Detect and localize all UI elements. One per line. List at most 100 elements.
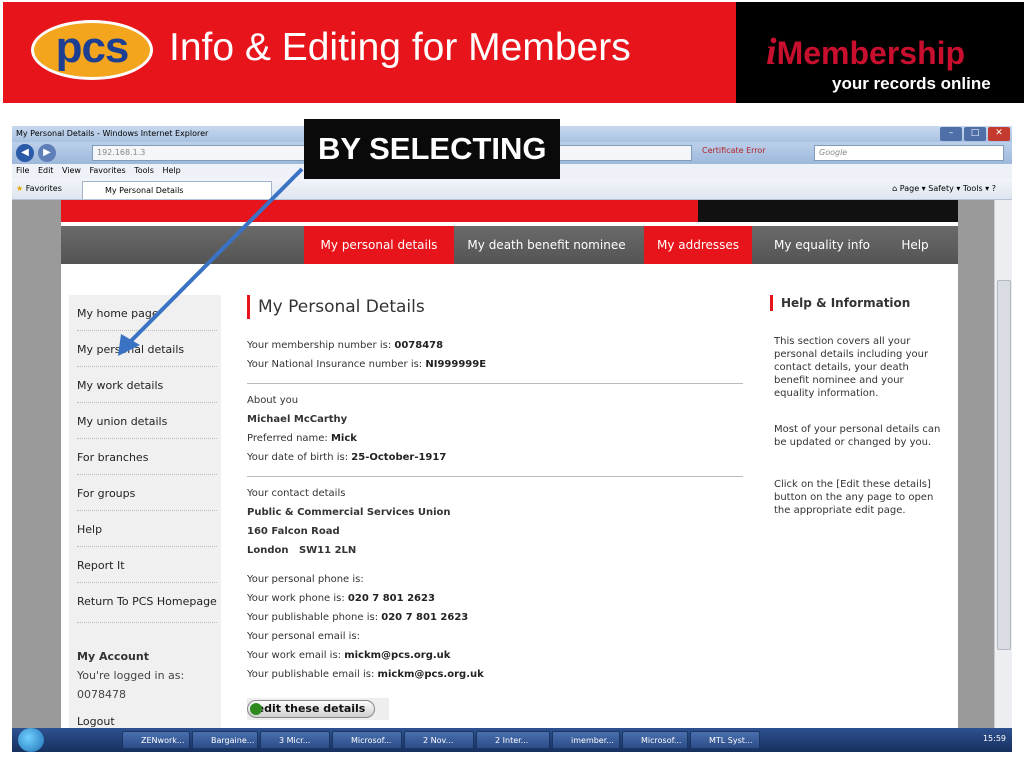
task-bargaine[interactable]: Bargaine... [192, 731, 258, 749]
date-of-birth: Your date of birth is: 25-October-1917 [247, 452, 446, 463]
header-red-band: pcs Info & Editing for Members [3, 2, 736, 103]
edit-details-button[interactable]: edit these details [247, 700, 375, 718]
maximize-button[interactable]: □ [964, 127, 986, 141]
scroll-thumb[interactable] [997, 280, 1011, 650]
imembership-logo: iMembership your records online [736, 2, 1024, 103]
home-icon[interactable]: ⌂ [892, 184, 897, 193]
divider [247, 476, 743, 477]
pub-phone-label: Your publishable phone is: [247, 612, 382, 623]
dob-value: 25-October-1917 [351, 452, 447, 463]
vertical-scrollbar[interactable] [994, 200, 1012, 728]
work-phone-label: Your work phone is: [247, 593, 348, 604]
preferred-value: Mick [330, 433, 357, 444]
page-title: My Personal Details [247, 295, 425, 319]
task-zenworks[interactable]: ZENwork... [122, 731, 190, 749]
personal-email: Your personal email is: [247, 631, 361, 642]
sidebar-item-work-details[interactable]: My work details [77, 367, 217, 403]
site-content: My personal details My death benefit nom… [61, 200, 958, 728]
minimize-button[interactable]: – [940, 127, 962, 141]
cert-error-text: Certificate Error [702, 146, 766, 155]
sidebar-item-branches[interactable]: For branches [77, 439, 217, 475]
task-imember[interactable]: imember... [552, 731, 620, 749]
nav-my-death-benefit-nominee[interactable]: My death benefit nominee [454, 226, 639, 264]
sidebar-item-help[interactable]: Help [77, 511, 217, 547]
menu-file[interactable]: File [16, 166, 29, 175]
sidebar-item-report-it[interactable]: Report It [77, 547, 217, 583]
start-button[interactable] [18, 728, 44, 752]
imembership-tagline: your records online [832, 74, 991, 93]
menu-favorites[interactable]: Favorites [90, 166, 126, 175]
system-tray-clock[interactable]: 15:59 [983, 734, 1006, 743]
task-mtl-syst[interactable]: MTL Syst... [690, 731, 760, 749]
address-line-1: Public & Commercial Services Union [247, 507, 451, 518]
ni-number: Your National Insurance number is: NI999… [247, 359, 486, 370]
window-title: My Personal Details - Windows Internet E… [16, 129, 209, 138]
menu-help[interactable]: Help [162, 166, 180, 175]
membership-label: Your membership number is: [247, 340, 395, 351]
help-title: Help & Information [770, 295, 910, 311]
nav-help[interactable]: Help [889, 226, 941, 264]
task-inter[interactable]: 2 Inter... [476, 731, 550, 749]
menu-view[interactable]: View [62, 166, 81, 175]
address-line-3: London SW11 2LN [247, 545, 357, 556]
brand-rest: Membership [776, 35, 966, 71]
certificate-error[interactable]: Certificate Error [702, 146, 766, 155]
task-microsoft-1[interactable]: Microsof... [332, 731, 402, 749]
dob-label: Your date of birth is: [247, 452, 352, 463]
pub-email-label: Your publishable email is: [247, 669, 378, 680]
sidebar: My home page My personal details My work… [69, 295, 221, 728]
work-phone-value: 020 7 801 2623 [347, 593, 435, 604]
task-micr[interactable]: 3 Micr... [260, 731, 330, 749]
window-controls: – □ ✕ [940, 127, 1010, 141]
favorites-button[interactable]: ★ Favorites [16, 184, 62, 193]
sidebar-item-home[interactable]: My home page [77, 295, 217, 331]
preferred-label: Preferred name: [247, 433, 331, 444]
work-phone: Your work phone is: 020 7 801 2623 [247, 593, 435, 604]
membership-value: 0078478 [394, 340, 444, 351]
slide-title: Info & Editing for Members [169, 26, 631, 69]
close-button[interactable]: ✕ [988, 127, 1010, 141]
back-button[interactable]: ◀ [16, 144, 34, 162]
logout-link[interactable]: Logout [77, 715, 115, 728]
site-top-red [61, 200, 698, 222]
work-email: Your work email is: mickm@pcs.org.uk [247, 650, 450, 661]
browser-tab[interactable]: My Personal Details [82, 181, 272, 199]
help-icon[interactable]: ? [992, 184, 996, 193]
pcs-logo: pcs [31, 20, 153, 80]
publishable-phone: Your publishable phone is: 020 7 801 262… [247, 612, 468, 623]
sidebar-item-pcs-homepage[interactable]: Return To PCS Homepage [77, 583, 217, 623]
address-text: 192.168.1.3 [97, 148, 146, 157]
personal-phone: Your personal phone is: [247, 574, 364, 585]
task-nov[interactable]: 2 Nov... [404, 731, 474, 749]
sidebar-item-groups[interactable]: For groups [77, 475, 217, 511]
callout-text: BY SELECTING [318, 131, 547, 166]
about-you-label: About you [247, 395, 299, 406]
logged-in-id: 0078478 [77, 688, 126, 701]
imembership-brand: iMembership [766, 30, 965, 74]
sidebar-item-personal-details[interactable]: My personal details [77, 331, 217, 367]
nav-my-equality-info[interactable]: My equality info [762, 226, 882, 264]
task-microsoft-2[interactable]: Microsof... [622, 731, 688, 749]
publishable-email: Your publishable email is: mickm@pcs.org… [247, 669, 484, 680]
pcs-logo-text: pcs [55, 23, 130, 72]
sidebar-item-union-details[interactable]: My union details [77, 403, 217, 439]
callout-box: BY SELECTING [304, 119, 560, 179]
edit-button-wrap: edit these details [247, 698, 389, 720]
menu-edit[interactable]: Edit [38, 166, 54, 175]
command-bar[interactable]: ⌂ Page ▾ Safety ▾ Tools ▾ ? [892, 184, 996, 193]
nav-my-personal-details[interactable]: My personal details [304, 226, 454, 264]
forward-button[interactable]: ▶ [38, 144, 56, 162]
search-input[interactable]: Google [814, 145, 1004, 161]
brand-i: i [766, 31, 777, 73]
contact-details-label: Your contact details [247, 488, 346, 499]
my-account-heading: My Account [77, 650, 149, 663]
member-name: Michael McCarthy [247, 414, 348, 425]
ni-value: NI999999E [425, 359, 487, 370]
pub-phone-value: 020 7 801 2623 [381, 612, 469, 623]
command-bar-text: Page ▾ Safety ▾ Tools ▾ [899, 184, 990, 193]
pub-email-value: mickm@pcs.org.uk [377, 669, 484, 680]
preferred-name: Preferred name: Mick [247, 433, 357, 444]
nav-my-addresses[interactable]: My addresses [644, 226, 752, 264]
help-paragraph-2: Most of your personal details can be upd… [774, 424, 941, 448]
menu-tools[interactable]: Tools [134, 166, 154, 175]
